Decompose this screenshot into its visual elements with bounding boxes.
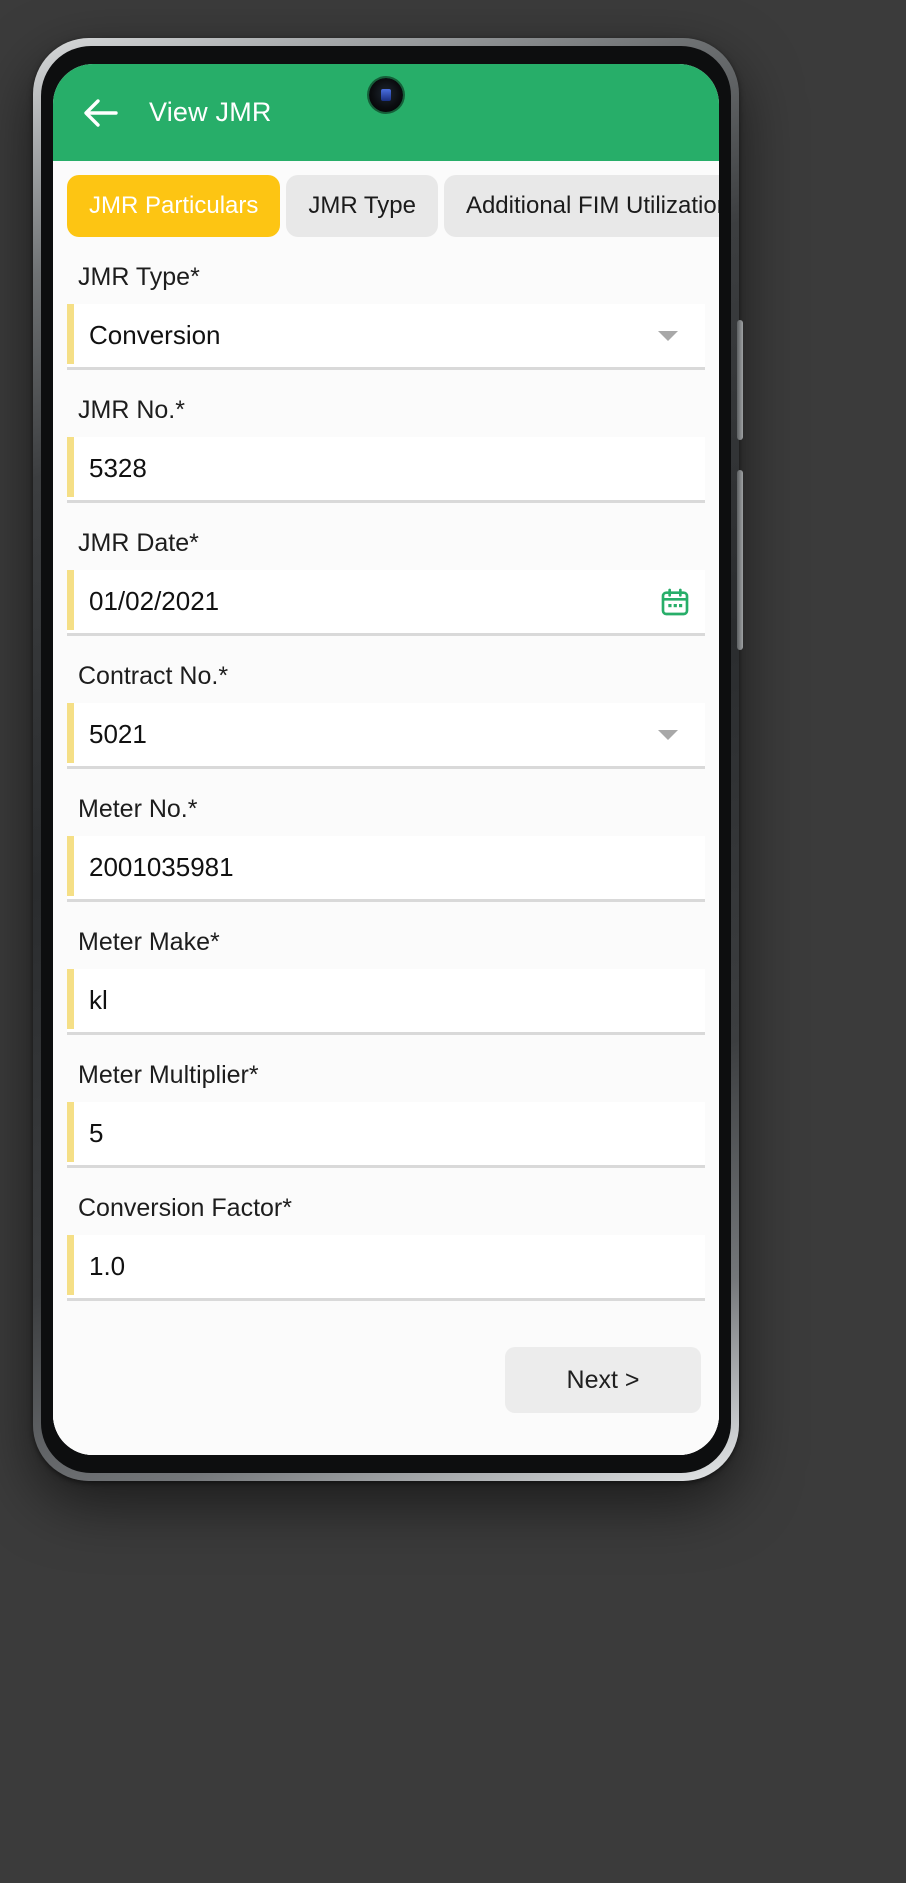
meter-multiplier-input[interactable]: 5 (67, 1102, 705, 1168)
jmr-particulars-form: JMR Type* Conversion JMR No.* 5328 JMR D… (53, 237, 719, 1301)
chevron-down-icon[interactable] (645, 729, 705, 740)
tab-jmr-particulars[interactable]: JMR Particulars (67, 175, 281, 237)
field-label: Meter No.* (67, 769, 705, 836)
field-value: 1.0 (89, 1251, 126, 1281)
tab-bar: JMR Particulars JMR Type Additional FIM … (53, 161, 719, 237)
field-label: JMR No.* (67, 370, 705, 437)
form-footer: Next > (53, 1305, 719, 1455)
tab-label: JMR Particulars (89, 192, 259, 219)
field-jmr-type: JMR Type* Conversion (67, 237, 705, 370)
page-title: View JMR (149, 97, 272, 127)
field-value: 5021 (89, 719, 147, 749)
field-conversion-factor: Conversion Factor* 1.0 (67, 1168, 705, 1301)
calendar-icon[interactable] (645, 586, 705, 618)
volume-button[interactable] (737, 320, 743, 440)
content-area: JMR Particulars JMR Type Additional FIM … (53, 161, 719, 1455)
chevron-down-icon[interactable] (645, 330, 705, 341)
field-value: 01/02/2021 (89, 586, 220, 616)
app-bar: View JMR (53, 64, 719, 161)
field-value: 5 (89, 1118, 104, 1148)
front-camera-punch-hole (369, 78, 403, 112)
contract-no-select[interactable]: 5021 (67, 703, 705, 769)
field-value: Conversion (89, 320, 221, 350)
field-value: 5328 (89, 453, 147, 483)
phone-device-frame: View JMR JMR Particulars JMR Type Additi… (33, 38, 743, 1481)
back-arrow-icon[interactable] (79, 91, 123, 135)
meter-no-input[interactable]: 2001035981 (67, 836, 705, 902)
field-jmr-no: JMR No.* 5328 (67, 370, 705, 503)
tab-additional-fim-utilization[interactable]: Additional FIM Utilization (443, 175, 719, 237)
field-label: JMR Type* (67, 237, 705, 304)
tab-label: Additional FIM Utilization (465, 192, 719, 219)
screenshot-backdrop: View JMR JMR Particulars JMR Type Additi… (0, 0, 906, 1883)
field-value: 2001035981 (89, 852, 234, 882)
jmr-no-input[interactable]: 5328 (67, 437, 705, 503)
next-button[interactable]: Next > (505, 1347, 701, 1413)
tab-label: JMR Type (308, 192, 416, 219)
field-label: Contract No.* (67, 636, 705, 703)
field-value: kl (89, 985, 108, 1015)
phone-screen: View JMR JMR Particulars JMR Type Additi… (53, 64, 719, 1455)
field-label: Meter Multiplier* (67, 1035, 705, 1102)
field-meter-multiplier: Meter Multiplier* 5 (67, 1035, 705, 1168)
field-label: JMR Date* (67, 503, 705, 570)
power-button[interactable] (737, 470, 743, 650)
field-label: Meter Make* (67, 902, 705, 969)
field-meter-no: Meter No.* 2001035981 (67, 769, 705, 902)
jmr-type-select[interactable]: Conversion (67, 304, 705, 370)
jmr-date-input[interactable]: 01/02/2021 (67, 570, 705, 636)
field-jmr-date: JMR Date* 01/02/2021 (67, 503, 705, 636)
meter-make-input[interactable]: kl (67, 969, 705, 1035)
field-meter-make: Meter Make* kl (67, 902, 705, 1035)
field-contract-no: Contract No.* 5021 (67, 636, 705, 769)
field-label: Conversion Factor* (67, 1168, 705, 1235)
tab-jmr-type[interactable]: JMR Type (286, 175, 438, 237)
conversion-factor-input[interactable]: 1.0 (67, 1235, 705, 1301)
